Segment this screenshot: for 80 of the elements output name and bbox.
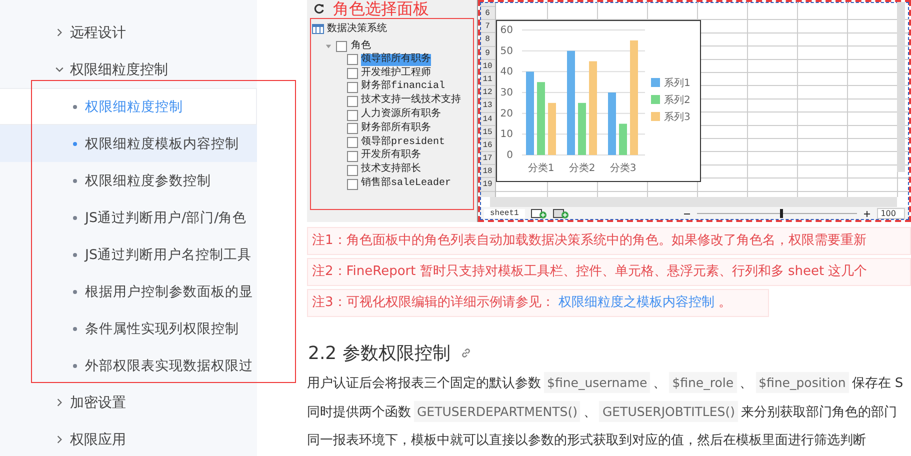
zoom-in-icon[interactable]	[862, 210, 871, 218]
row-number: 13	[480, 99, 495, 112]
row-number: 8	[480, 33, 495, 47]
role-item[interactable]: 领导部所有职务	[361, 54, 431, 66]
row-number: 9	[480, 46, 495, 60]
axis-tick-label: 40	[500, 66, 513, 78]
checkbox[interactable]	[347, 137, 358, 148]
checkbox[interactable]	[347, 164, 358, 176]
sidebar-subitem[interactable]: 权限细粒度模板内容控制	[0, 125, 257, 162]
paragraph: 用户认证后会将报表三个固定的默认参数 $fine_username 、 $fine_role 、 $fine_position 保存在 S	[307, 369, 911, 398]
sidebar-item[interactable]: 权限应用	[0, 421, 257, 456]
checkbox[interactable]	[347, 96, 358, 107]
axis-tick-label: 60	[500, 25, 513, 36]
paragraph: 同时提供两个函数 GETUSERDEPARTMENTS() 、 GETUSERJOBTITLES() 来分别获取部门角色的部门	[307, 398, 911, 427]
legend-label: 系列2	[664, 95, 690, 106]
row-number: 7	[480, 20, 495, 34]
axis-tick-label: 30	[500, 88, 513, 98]
axis-tick-label: 10	[500, 129, 513, 140]
checkbox[interactable]	[347, 110, 358, 121]
axis-tick-label: 20	[500, 108, 513, 120]
row-number: 11	[480, 72, 495, 86]
category-label: 分类2	[568, 163, 596, 174]
table-icon	[312, 24, 324, 34]
row-number: 10	[480, 60, 495, 73]
sidebar-item[interactable]: 远程设计	[0, 14, 257, 51]
role-item[interactable]: 销售部saleLeader	[361, 178, 452, 190]
row-number: 18	[480, 165, 495, 178]
role-item[interactable]: 人力资源所有职务	[361, 109, 441, 122]
tree-root-label: 数据决策系统	[327, 23, 387, 35]
legend-label: 系列1	[664, 78, 690, 89]
checkbox[interactable]	[336, 40, 347, 52]
sidebar-subitem[interactable]: 外部权限表实现数据权限过	[0, 347, 257, 384]
row-number: 15	[480, 126, 495, 139]
add-report-icon[interactable]	[552, 208, 569, 218]
sidebar-subitem[interactable]: 根据用户控制参数面板的显	[0, 273, 257, 310]
checkbox[interactable]	[347, 178, 358, 190]
role-item[interactable]: 开发维护工程师	[361, 68, 431, 80]
vertical-scrollbar[interactable]	[897, 2, 905, 172]
axis-tick-label: 0	[506, 150, 513, 161]
row-number: 16	[480, 138, 495, 152]
section-heading: 2.2 参数权限控制	[308, 342, 450, 365]
category-label: 分类3	[610, 163, 636, 174]
axis-tick-label: 50	[500, 46, 513, 57]
sidebar-subitem[interactable]: JS通过判断用户/部门/角色	[0, 199, 257, 236]
role-item[interactable]: 技术支持部长	[361, 164, 421, 176]
row-number: 12	[480, 86, 495, 100]
role-item[interactable]: 财务部所有职务	[361, 122, 431, 135]
sidebar-subitem[interactable]: 权限细粒度参数控制	[0, 162, 257, 199]
add-sheet-icon[interactable]	[530, 208, 547, 218]
link-icon[interactable]	[460, 347, 472, 359]
paragraph: 同一报表环境下，模板中就可以直接以参数的形式获取到对应的值，然后在模板里面进行筛选判断	[307, 432, 867, 450]
row-number: 6	[480, 7, 495, 20]
annotation-title: 角色选择面板	[333, 0, 429, 18]
checkbox[interactable]	[347, 54, 358, 66]
sheet-tab[interactable]: sheet1	[484, 209, 525, 218]
category-label: 分类1	[528, 163, 554, 174]
sidebar-item[interactable]: 权限细粒度控制	[0, 51, 257, 88]
sidebar-subitem[interactable]: JS通过判断用户名控制工具	[0, 236, 257, 273]
refresh-icon[interactable]	[313, 3, 325, 15]
row-number: 17	[480, 152, 495, 166]
tree-label: 角色	[351, 40, 371, 52]
checkbox[interactable]	[347, 150, 358, 162]
checkbox[interactable]	[347, 82, 358, 93]
sidebar-item[interactable]: 加密设置	[0, 384, 257, 421]
row-number: 14	[480, 112, 495, 126]
sidebar-subitem[interactable]: 条件属性实现列权限控制	[0, 310, 257, 347]
role-item[interactable]: 开发所有职务	[361, 150, 421, 162]
role-item[interactable]: 技术支持一线技术支持	[361, 95, 461, 108]
role-item[interactable]: 领导部president	[361, 136, 446, 149]
role-item[interactable]: 财务部financial	[361, 81, 446, 94]
horizontal-scrollbar[interactable]	[490, 197, 897, 207]
zoom-field[interactable]: 100	[876, 208, 905, 219]
note-text: 注1：角色面板中的角色列表自动加载数据决策系统中的角色。如果修改了角色名，权限需要重新	[307, 227, 911, 255]
row-number: 19	[480, 178, 495, 192]
note-text: 注2：FineReport 暂时只支持对模板工具栏、控件、单元格、悬浮元素、行列和多 sheet 这几个	[307, 258, 911, 286]
checkbox[interactable]	[347, 68, 358, 80]
checkbox[interactable]	[347, 123, 358, 134]
legend-label: 系列3	[664, 112, 690, 123]
expand-triangle-icon[interactable]	[325, 42, 332, 50]
note-text: 注3：可视化权限编辑的详细示例请参见： 权限细粒度之模板内容控制 。	[307, 289, 769, 317]
